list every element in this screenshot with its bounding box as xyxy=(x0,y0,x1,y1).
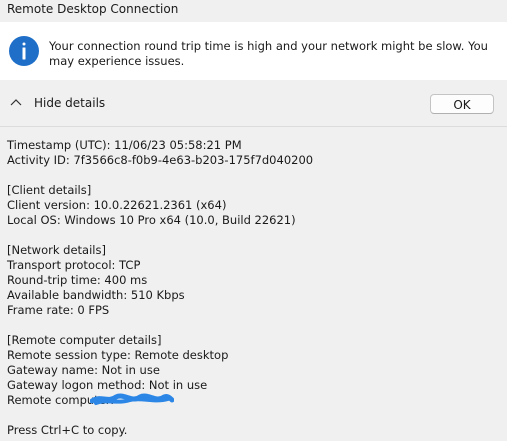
timestamp-line: Timestamp (UTC): 11/06/23 05:58:21 PM xyxy=(7,138,242,152)
remote-computer-details-header: [Remote computer details] xyxy=(7,333,162,347)
client-details-header: [Client details] xyxy=(7,183,92,197)
gateway-name-line: Gateway name: Not in use xyxy=(7,363,160,377)
frame-rate-line: Frame rate: 0 FPS xyxy=(7,303,110,317)
message-area: Your connection round trip time is high … xyxy=(0,22,507,80)
chevron-up-icon xyxy=(8,94,24,112)
transport-protocol-line: Transport protocol: TCP xyxy=(7,258,141,272)
client-version-line: Client version: 10.0.22621.2361 (x64) xyxy=(7,198,227,212)
title-bar: Remote Desktop Connection xyxy=(0,0,507,22)
ok-button[interactable]: OK xyxy=(430,94,494,114)
info-icon xyxy=(9,36,39,66)
remote-computer-line: Remote computer: xyxy=(7,393,115,407)
remote-session-type-line: Remote session type: Remote desktop xyxy=(7,348,229,362)
hide-details-label: Hide details xyxy=(34,96,106,110)
window-title: Remote Desktop Connection xyxy=(7,2,179,16)
available-bandwidth-line: Available bandwidth: 510 Kbps xyxy=(7,288,185,302)
message-text: Your connection round trip time is high … xyxy=(49,39,488,68)
network-details-header: [Network details] xyxy=(7,243,106,257)
round-trip-time-line: Round-trip time: 400 ms xyxy=(7,273,148,287)
activity-id-line: Activity ID: 7f3566c8-f0b9-4e63-b203-175… xyxy=(7,153,314,167)
gateway-logon-method-line: Gateway logon method: Not in use xyxy=(7,378,208,392)
copy-hint: Press Ctrl+C to copy. xyxy=(7,423,128,437)
redaction-scribble xyxy=(89,391,175,407)
details-text: Timestamp (UTC): 11/06/23 05:58:21 PM Ac… xyxy=(7,138,502,438)
local-os-line: Local OS: Windows 10 Pro x64 (10.0, Buil… xyxy=(7,213,296,227)
